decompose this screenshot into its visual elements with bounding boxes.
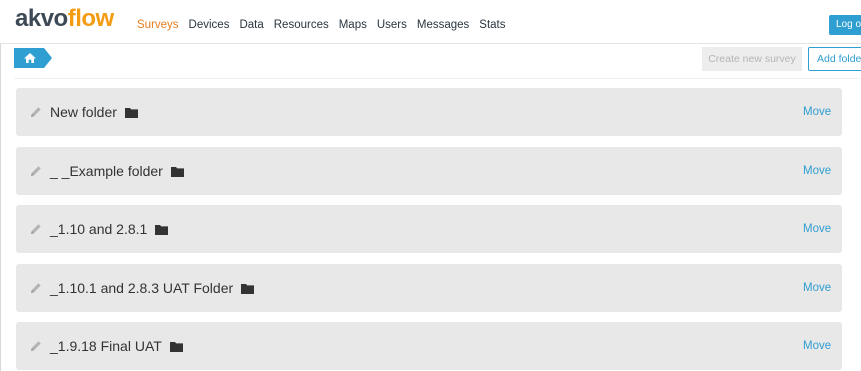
window-left-edge — [0, 0, 1, 371]
nav-resources[interactable]: Resources — [274, 18, 329, 32]
folder-name[interactable]: _ _Example folder — [50, 163, 184, 180]
folder-name[interactable]: _1.10 and 2.8.1 — [50, 221, 169, 238]
folder-name[interactable]: _1.9.18 Final UAT — [50, 338, 183, 355]
move-button[interactable]: Move — [803, 222, 831, 236]
logout-button[interactable]: Log out — [829, 15, 861, 35]
toolbar-divider — [14, 78, 861, 79]
folder-icon — [241, 284, 255, 294]
move-button[interactable]: Move — [803, 164, 831, 178]
folder-row[interactable]: _ _Example folder Move — [16, 147, 842, 195]
folder-name-text: _1.10 and 2.8.1 — [50, 221, 148, 237]
pencil-icon[interactable] — [29, 281, 43, 295]
create-new-survey-button[interactable]: Create new survey — [702, 47, 802, 71]
folder-name[interactable]: New folder — [50, 104, 138, 121]
nav-devices[interactable]: Devices — [189, 18, 230, 32]
akvoflow-logo[interactable]: akvoflow — [15, 6, 114, 32]
folder-name-text: New folder — [50, 104, 117, 120]
top-header: akvoflow Surveys Devices Data Resources … — [0, 0, 861, 44]
pencil-icon[interactable] — [29, 164, 43, 178]
folder-name-text: _1.10.1 and 2.8.3 UAT Folder — [50, 280, 234, 296]
move-button[interactable]: Move — [803, 339, 831, 353]
nav-surveys[interactable]: Surveys — [137, 18, 179, 32]
move-button[interactable]: Move — [803, 281, 831, 295]
move-button[interactable]: Move — [803, 105, 831, 119]
logo-flow: flow — [67, 5, 115, 32]
folder-name-text: _1.9.18 Final UAT — [50, 338, 162, 354]
logo-akvo: akvo — [15, 5, 68, 32]
folder-icon — [170, 167, 184, 177]
folder-row[interactable]: _1.10 and 2.8.1 Move — [16, 205, 842, 253]
pencil-icon[interactable] — [29, 105, 43, 119]
folder-icon — [169, 342, 183, 352]
folder-row[interactable]: _1.10.1 and 2.8.3 UAT Folder Move — [16, 264, 842, 312]
breadcrumb-home[interactable] — [14, 48, 54, 68]
add-folder-button[interactable]: Add folder — [808, 47, 861, 71]
folder-icon — [155, 225, 169, 235]
folder-row[interactable]: _1.9.18 Final UAT Move — [16, 322, 842, 370]
nav-stats[interactable]: Stats — [479, 18, 505, 32]
nav-messages[interactable]: Messages — [417, 18, 469, 32]
nav-maps[interactable]: Maps — [339, 18, 367, 32]
home-icon — [14, 48, 52, 68]
folder-name[interactable]: _1.10.1 and 2.8.3 UAT Folder — [50, 280, 255, 297]
folder-name-text: _ _Example folder — [50, 163, 163, 179]
folder-row[interactable]: New folder Move — [16, 88, 842, 136]
pencil-icon[interactable] — [29, 339, 43, 353]
folder-icon — [124, 108, 138, 118]
nav-data[interactable]: Data — [239, 18, 263, 32]
pencil-icon[interactable] — [29, 222, 43, 236]
main-nav: Surveys Devices Data Resources Maps User… — [137, 18, 516, 32]
nav-users[interactable]: Users — [377, 18, 407, 32]
